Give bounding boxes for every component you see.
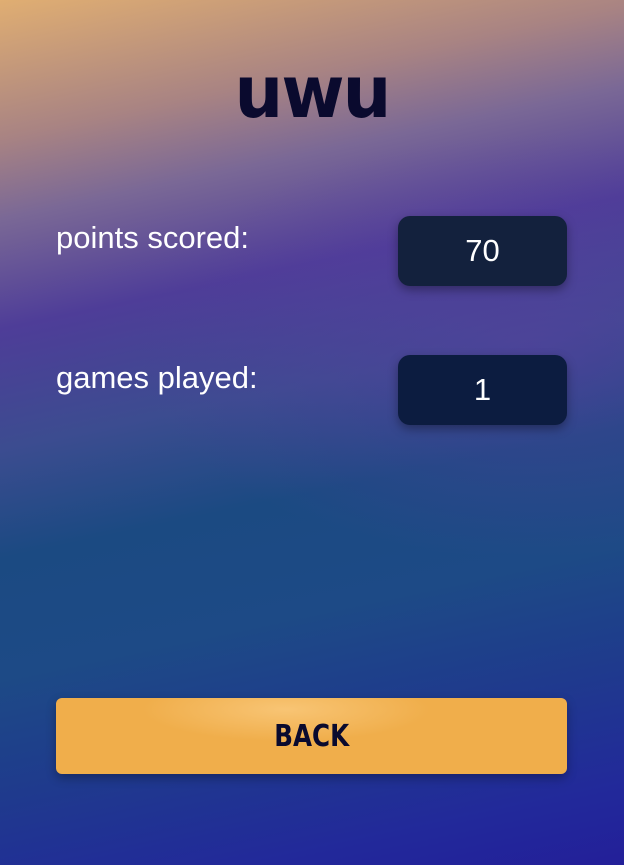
back-button-label: BACK xyxy=(274,718,349,754)
back-button[interactable]: BACK xyxy=(56,698,567,774)
games-played-value: 1 xyxy=(398,355,567,425)
games-played-label: games played: xyxy=(56,360,258,395)
page-title: uwu xyxy=(234,50,392,134)
points-scored-label: points scored: xyxy=(56,220,249,255)
points-scored-value: 70 xyxy=(398,216,567,286)
